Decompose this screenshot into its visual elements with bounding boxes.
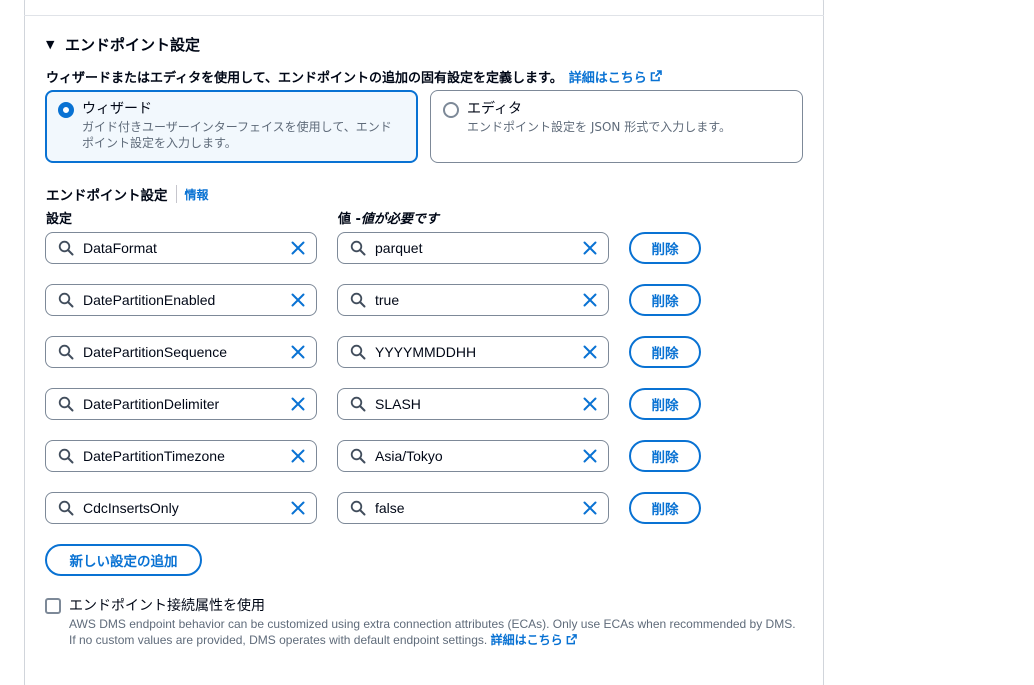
search-icon [58,240,74,256]
setting-row: DatePartitionSequence YYYYMMDDHH 削除 [45,336,705,368]
search-icon [350,292,366,308]
setting-value-field[interactable]: true [337,284,609,316]
wizard-radio[interactable] [58,102,74,118]
wizard-title: ウィザード [82,101,152,117]
setting-value-field[interactable]: false [337,492,609,524]
setting-value-field[interactable]: SLASH [337,388,609,420]
clear-icon[interactable] [290,448,306,464]
description-text: ウィザードまたはエディタを使用して、エンドポイントの追加の固有設定を定義します。 [46,70,563,86]
setting-value-field[interactable]: parquet [337,232,609,264]
setting-row: DatePartitionDelimiter SLASH 削除 [45,388,705,420]
delete-button[interactable]: 削除 [629,388,701,420]
clear-icon[interactable] [582,292,598,308]
eca-learn-more-link[interactable]: 詳細はこちら [491,632,578,648]
setting-value-text: YYYYMMDDHH [375,344,477,360]
setting-key-field[interactable]: DataFormat [45,232,317,264]
settings-label-row: エンドポイント設定 情報 [46,184,209,204]
clear-icon[interactable] [290,344,306,360]
setting-key-value: DatePartitionEnabled [83,292,216,308]
eca-learn-more-label: 詳細はこちら [490,633,563,647]
editor-option-tile[interactable]: エディタ エンドポイント設定を JSON 形式で入力します。 [430,90,803,163]
clear-icon[interactable] [290,292,306,308]
search-icon [58,396,74,412]
delete-button[interactable]: 削除 [629,232,701,264]
info-link[interactable]: 情報 [185,186,209,203]
setting-value-text: Asia/Tokyo [375,448,443,464]
setting-key-value: DataFormat [83,240,157,256]
eca-description-line2: If no custom values are provided, DMS op… [69,632,796,648]
wizard-subtitle-line1: ガイド付きユーザーインターフェイスを使用して、エンド [82,120,392,134]
value-header-note: 値が必要です [360,211,439,227]
eca-description-line2-text: If no custom values are provided, DMS op… [69,633,488,647]
eca-description-line1: AWS DMS endpoint behavior can be customi… [69,617,796,631]
eca-checkbox[interactable] [45,598,61,614]
setting-key-field[interactable]: DatePartitionTimezone [45,440,317,472]
learn-more-label: 詳細はこちら [568,70,647,86]
search-icon [350,500,366,516]
setting-value-text: false [375,500,405,516]
setting-value-text: SLASH [375,396,421,412]
setting-key-field[interactable]: CdcInsertsOnly [45,492,317,524]
wizard-option-tile[interactable]: ウィザード ガイド付きユーザーインターフェイスを使用して、エンド ポイント設定を… [45,90,418,163]
setting-value-text: parquet [375,240,423,256]
wizard-subtitle-line2: ポイント設定を入力します。 [82,136,237,150]
search-icon [350,240,366,256]
clear-icon[interactable] [582,396,598,412]
delete-button[interactable]: 削除 [629,284,701,316]
search-icon [58,344,74,360]
editor-subtitle: エンドポイント設定を JSON 形式で入力します。 [467,120,732,134]
setting-value-text: true [375,292,400,308]
key-column-header: 設定 [46,211,73,227]
clear-icon[interactable] [582,344,598,360]
delete-button[interactable]: 削除 [629,440,701,472]
setting-key-field[interactable]: DatePartitionEnabled [45,284,317,316]
search-icon [350,448,366,464]
section-title: エンドポイント設定 [65,35,201,54]
setting-row: CdcInsertsOnly false 削除 [45,492,705,524]
search-icon [58,448,74,464]
section-header[interactable]: ▼ エンドポイント設定 [46,33,200,55]
delete-button[interactable]: 削除 [629,336,701,368]
clear-icon[interactable] [290,396,306,412]
search-icon [350,344,366,360]
setting-value-field[interactable]: Asia/Tokyo [337,440,609,472]
delete-button[interactable]: 削除 [629,492,701,524]
search-icon [350,396,366,412]
panel-divider [24,15,824,16]
clear-icon[interactable] [582,448,598,464]
learn-more-link[interactable]: 詳細はこちら [569,67,662,86]
external-link-icon [650,70,662,82]
setting-key-value: DatePartitionTimezone [83,448,225,464]
add-setting-button[interactable]: 新しい設定の追加 [45,544,202,576]
setting-row: DatePartitionEnabled true 削除 [45,284,705,316]
caret-down-icon[interactable]: ▼ [46,39,59,50]
external-link-icon [566,634,578,646]
setting-key-value: CdcInsertsOnly [83,500,179,516]
setting-key-field[interactable]: DatePartitionSequence [45,336,317,368]
eca-title: エンドポイント接続属性を使用 [69,598,265,614]
value-column-header: 値 - 値が必要です [338,208,439,227]
search-icon [58,500,74,516]
clear-icon[interactable] [290,500,306,516]
clear-icon[interactable] [290,240,306,256]
eca-checkbox-row: エンドポイント接続属性を使用 AWS DMS endpoint behavior… [45,597,796,648]
section-description: ウィザードまたはエディタを使用して、エンドポイントの追加の固有設定を定義します。… [46,66,662,86]
label-separator [175,185,177,203]
clear-icon[interactable] [582,240,598,256]
clear-icon[interactable] [582,500,598,516]
settings-label: エンドポイント設定 [46,188,168,204]
setting-key-field[interactable]: DatePartitionDelimiter [45,388,317,420]
editor-title: エディタ [467,101,523,117]
setting-row: DataFormat parquet 削除 [45,232,705,264]
editor-radio[interactable] [443,102,459,118]
setting-value-field[interactable]: YYYYMMDDHH [337,336,609,368]
setting-key-value: DatePartitionSequence [83,344,227,360]
search-icon [58,292,74,308]
value-header-prefix: 値 - [338,211,361,227]
setting-row: DatePartitionTimezone Asia/Tokyo 削除 [45,440,705,472]
setting-key-value: DatePartitionDelimiter [83,396,220,412]
